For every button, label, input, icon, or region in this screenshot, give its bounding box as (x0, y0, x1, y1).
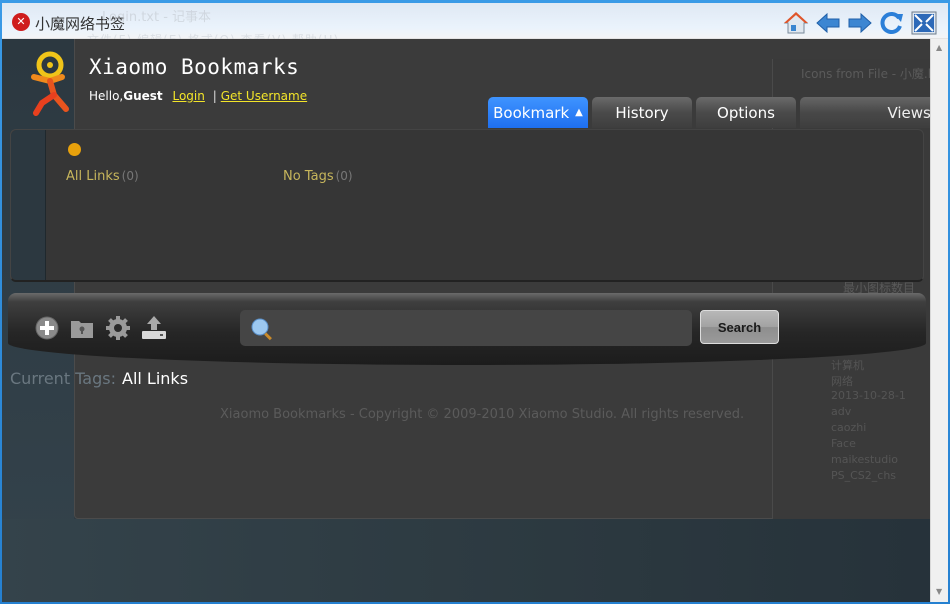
tab-bookmark[interactable]: Bookmark ▲ (488, 97, 588, 128)
get-username-link[interactable]: Get Username (221, 89, 307, 103)
xiaomo-logo-icon (31, 51, 69, 116)
search-icon (251, 318, 272, 341)
nav-icons (782, 9, 938, 37)
current-tags: Current Tags: All Links (10, 369, 188, 388)
scroll-up-icon[interactable]: ▲ (936, 43, 942, 52)
tag-all-links[interactable]: All Links (0) (66, 169, 139, 184)
tag-indicator-dot (68, 143, 81, 156)
tab-views[interactable]: Views▼ (800, 97, 932, 128)
greeting: Hello,Guest Login | Get Username (89, 89, 307, 103)
tab-history[interactable]: History (592, 97, 692, 128)
tag-no-tags[interactable]: No Tags (0) (283, 169, 353, 184)
username: Guest (123, 89, 163, 103)
toolbar: Search (8, 293, 926, 365)
back-arrow-icon[interactable] (814, 9, 842, 37)
link-separator: | (212, 89, 217, 103)
tab-bar: Bookmark ▲ History Options Views▼ (488, 97, 932, 128)
tag-label: No Tags (283, 169, 334, 184)
tab-label: Views (887, 103, 931, 122)
app-title: Xiaomo Bookmarks (89, 55, 300, 79)
scrollbar[interactable]: ▲ ▼ (930, 39, 948, 602)
content-area: Icons from File - 小魔.lnk 最小图标数目 扫描文件夹 桌面… (2, 39, 932, 602)
login-link[interactable]: Login (172, 89, 204, 103)
app-logo-icon: ✕ (12, 13, 30, 31)
tab-label: History (615, 103, 669, 122)
tab-label: Bookmark (493, 103, 570, 122)
tag-panel-sidebar (11, 130, 46, 280)
search-button[interactable]: Search (700, 310, 779, 344)
title-bar: ✕ 小魔网络书签 Login.txt - 记事本 文件(F) 编辑(E) 格式(… (2, 3, 948, 47)
app-window: ✕ 小魔网络书签 Login.txt - 记事本 文件(F) 编辑(E) 格式(… (0, 0, 950, 604)
tab-label: Options (717, 103, 775, 122)
add-icon[interactable] (34, 315, 60, 341)
greeting-prefix: Hello, (89, 89, 124, 103)
tag-label: All Links (66, 169, 120, 184)
search-input[interactable] (284, 316, 682, 340)
forward-arrow-icon[interactable] (846, 9, 874, 37)
gear-icon[interactable] (105, 315, 131, 341)
refresh-icon[interactable] (878, 9, 906, 37)
tag-count: (0) (335, 169, 353, 183)
bookmarks-app: Xiaomo Bookmarks Hello,Guest Login | Get … (2, 39, 932, 602)
copyright-footer: Xiaomo Bookmarks - Copyright © 2009-2010… (220, 407, 745, 422)
folder-lock-icon[interactable] (69, 315, 95, 341)
tag-count: (0) (121, 169, 139, 183)
caret-up-icon: ▲ (575, 107, 583, 118)
search-box (240, 310, 692, 346)
background-window-title: Login.txt - 记事本 (102, 10, 212, 25)
tag-panel: All Links (0) No Tags (0) (10, 129, 924, 282)
home-icon[interactable] (782, 9, 810, 37)
tab-options[interactable]: Options (696, 97, 796, 128)
current-tags-value: All Links (122, 369, 189, 388)
current-tags-label: Current Tags: (10, 369, 116, 388)
scroll-down-icon[interactable]: ▼ (936, 587, 942, 596)
fullscreen-icon[interactable] (910, 9, 938, 37)
upload-icon[interactable] (141, 315, 167, 341)
